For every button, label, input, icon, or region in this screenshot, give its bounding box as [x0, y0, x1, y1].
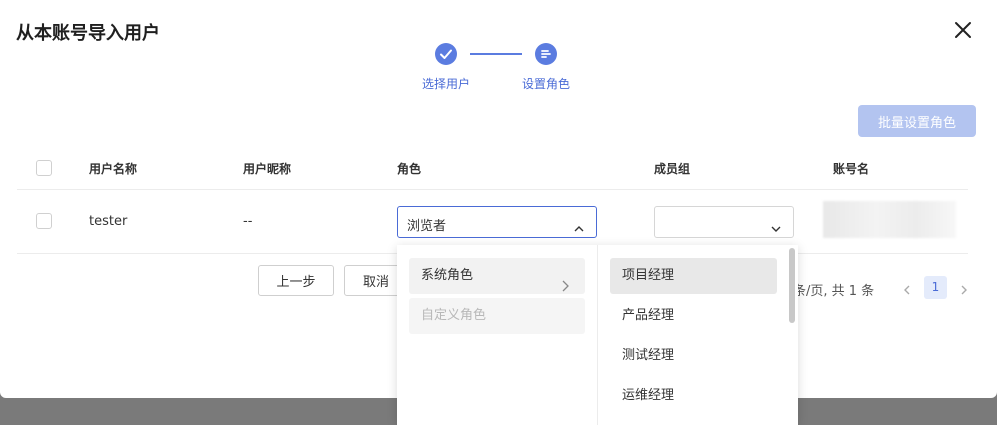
chevron-down-icon: [771, 218, 781, 237]
previous-step-button[interactable]: 上一步: [258, 265, 334, 296]
role-select[interactable]: 浏览者: [397, 206, 597, 238]
cell-username: tester: [89, 214, 128, 229]
role-category-system[interactable]: 系统角色: [409, 258, 585, 294]
cell-nickname: --: [243, 214, 253, 229]
role-select-value: 浏览者: [407, 219, 447, 234]
col-header-account: 账号名: [833, 162, 870, 176]
col-header-role: 角色: [397, 162, 422, 176]
role-cascader-dropdown: 系统角色 自定义角色 项目经理 产品经理 测试经理 运维经理: [397, 245, 798, 425]
chevron-up-icon: [574, 218, 584, 237]
pagination-summary: 条/页, 共 1 条: [793, 284, 875, 299]
role-option[interactable]: 运维经理: [610, 378, 777, 414]
row-checkbox[interactable]: [36, 213, 52, 229]
col-header-username: 用户名称: [89, 162, 138, 176]
role-option[interactable]: 产品经理: [610, 298, 777, 334]
step-connector: [470, 53, 522, 55]
role-category-custom: 自定义角色: [409, 298, 585, 334]
chevron-left-icon[interactable]: [903, 281, 911, 300]
step-done-icon: [435, 43, 457, 65]
dropdown-divider: [597, 245, 598, 425]
col-header-group: 成员组: [654, 162, 691, 176]
dropdown-scrollbar[interactable]: [789, 248, 795, 323]
dialog-title: 从本账号导入用户: [16, 23, 160, 44]
col-header-nickname: 用户昵称: [243, 162, 292, 176]
role-category-label: 系统角色: [421, 268, 474, 283]
step-label-set-roles: 设置角色: [522, 77, 571, 91]
account-name-redacted: [823, 201, 956, 238]
role-option[interactable]: 测试经理: [610, 338, 777, 374]
batch-set-role-button[interactable]: 批量设置角色: [858, 105, 976, 137]
select-all-checkbox[interactable]: [36, 160, 52, 176]
role-option[interactable]: 项目经理: [610, 258, 777, 294]
chevron-right-icon[interactable]: [960, 281, 968, 300]
pagination-page-current[interactable]: 1: [924, 276, 947, 299]
member-group-select[interactable]: [654, 206, 794, 238]
table-divider: [17, 189, 968, 190]
step-current-icon: [535, 43, 557, 65]
step-label-select-users: 选择用户: [422, 77, 471, 91]
close-icon[interactable]: [951, 18, 975, 42]
